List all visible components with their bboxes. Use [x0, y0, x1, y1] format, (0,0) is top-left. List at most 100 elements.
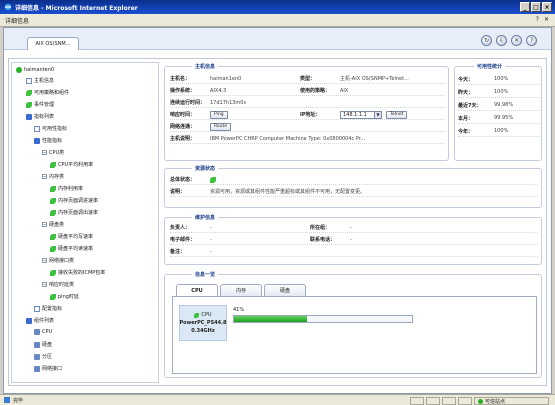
tree-item-label: 分区 — [42, 354, 53, 360]
close-tab-icon[interactable]: ✕ — [544, 16, 549, 23]
tree-item[interactable]: 性能指标 — [34, 137, 62, 144]
availability-value: 100% — [494, 76, 509, 82]
tree-item-label: 接收失败的ICMP包率 — [58, 270, 106, 276]
tree-item[interactable]: − 网络接口类 — [42, 257, 74, 264]
window-title: 详细信息 - Microsoft Internet Explorer — [15, 4, 138, 12]
tab-cpu[interactable]: CPU — [176, 284, 218, 296]
host-info-title: 主机信息 — [192, 63, 219, 70]
tree-item-label: 性能指标 — [42, 138, 63, 144]
note-label: 备注： — [170, 249, 186, 255]
tree-item-label: 主机信息 — [34, 78, 55, 84]
pc-icon — [34, 365, 40, 372]
resource-status-title: 资源状态 — [192, 165, 219, 172]
overview-tab-body: CPU PowerPC_PS44.8 0.34GHz 41% — [172, 296, 537, 374]
status-zone-label: 可信站点 — [485, 398, 506, 405]
tree-item[interactable]: 硬盘平均写速率 — [50, 233, 93, 240]
availability-label: 最近7天： — [458, 102, 482, 109]
route-button[interactable]: Route — [210, 122, 232, 131]
tree-item-label: 硬盘平均读速率 — [58, 246, 94, 252]
tree-item-label: CPU — [42, 329, 53, 335]
tree-item-label: CPU平均利用率 — [58, 162, 94, 168]
tree-item-label: 事件管理 — [34, 102, 55, 108]
tree-item[interactable]: 硬盘平均读速率 — [50, 245, 93, 252]
tree-item[interactable]: 指标列表 — [26, 113, 54, 120]
tab-memory[interactable]: 内存 — [220, 284, 262, 296]
pc-icon — [34, 329, 40, 335]
tree-item-label: 内存类 — [49, 174, 65, 180]
box-icon — [34, 305, 40, 312]
tree-item[interactable]: CPU平均利用率 — [50, 161, 93, 168]
telnet-button[interactable]: Telnet — [386, 110, 408, 119]
os-value: AIX4.3 — [210, 87, 227, 94]
maximize-button[interactable]: □ — [531, 2, 541, 12]
tree-item[interactable]: 内存页面调进速率 — [50, 197, 98, 204]
tree-item-label: 内存页面调进速率 — [58, 198, 99, 204]
tab-host[interactable]: AIX OS(SNM... — [27, 37, 79, 50]
box-icon — [34, 125, 40, 132]
owner-value: - — [210, 224, 212, 231]
availability-label: 昨天： — [458, 89, 474, 96]
tree-item[interactable]: 可用性指标 — [34, 125, 67, 132]
availability-row: 昨天： 100% — [458, 87, 540, 98]
group-label: 所在组： — [310, 225, 331, 231]
tree-item[interactable]: 组件列表 — [26, 317, 54, 324]
page-content: AIX OS(SNM... ↻ ⇩ ✕ ? haimanten0 主机信息可用策… — [3, 27, 552, 394]
tree-item[interactable]: 内存利用率 — [50, 185, 83, 192]
uptime-value: 17d17h13m0s — [210, 99, 247, 106]
tree-item[interactable]: 主机信息 — [26, 77, 54, 84]
availability-value: 99.98% — [494, 102, 514, 108]
trusted-zone-icon — [478, 398, 483, 404]
tab-disk[interactable]: 硬盘 — [264, 284, 306, 296]
availability-row: 最近7天： 99.98% — [458, 100, 540, 111]
close-button[interactable]: × — [542, 2, 552, 12]
export-icon[interactable]: ⇩ — [496, 35, 507, 46]
refresh-icon[interactable]: ↻ — [481, 35, 492, 46]
availability-label: 今天： — [458, 76, 474, 83]
tree-item-label: 指标列表 — [34, 114, 55, 120]
tree-item[interactable]: CPU — [34, 329, 52, 335]
tree-item[interactable]: − 响应时延类 — [42, 281, 74, 288]
tree-item[interactable]: 可用策略和组件 — [26, 89, 69, 96]
policy-value: AIX — [340, 87, 349, 94]
expander-icon[interactable]: − — [42, 222, 47, 227]
expander-icon[interactable]: − — [42, 258, 47, 263]
tree-item[interactable]: 内存页面调出速率 — [50, 209, 98, 216]
expander-icon[interactable]: − — [42, 282, 47, 287]
minimize-button[interactable]: _ — [520, 2, 530, 12]
leaf-icon — [50, 197, 56, 204]
email-value: - — [210, 236, 212, 243]
tree-item[interactable]: 配置指标 — [34, 305, 62, 312]
tab-disk-label: 硬盘 — [279, 288, 290, 294]
tree-item[interactable]: − 硬盘类 — [42, 221, 64, 228]
close-circle-icon[interactable]: ✕ — [511, 35, 522, 46]
ping-button[interactable]: Ping — [210, 110, 228, 119]
expander-icon[interactable]: − — [42, 174, 47, 179]
tree-item[interactable]: − 内存类 — [42, 173, 64, 180]
cpu-info-card: CPU PowerPC_PS44.8 0.34GHz — [179, 305, 227, 341]
desc-value: IBM PowerPC CHRP Computer Machine Type: … — [210, 135, 366, 142]
tree-item-label: 硬盘 — [42, 342, 53, 348]
type-value: 主机-AIX OS(SNMP+Telnet... — [340, 76, 409, 82]
tree-item[interactable]: − CPU类 — [42, 149, 64, 156]
email-label: 电子邮件： — [170, 237, 196, 243]
cpu-usage-bar — [233, 315, 413, 323]
tree-item[interactable]: ping时延 — [50, 293, 79, 300]
tree-item-label: CPU类 — [49, 150, 65, 156]
route-label: 网络连通： — [170, 124, 196, 130]
tree-item[interactable]: 接收失败的ICMP包率 — [50, 269, 105, 276]
expander-icon[interactable]: − — [42, 150, 47, 155]
tree-item[interactable]: 分区 — [34, 353, 52, 360]
tree-item[interactable]: 网络接口 — [34, 365, 62, 372]
tree-item[interactable]: 硬盘 — [34, 341, 52, 348]
owner-label: 负责人： — [170, 225, 191, 231]
ip-select[interactable]: 148.1.1.1 ▼ — [340, 110, 382, 119]
leaf-icon — [50, 269, 56, 276]
hostname-value: haiman1en0 — [210, 75, 242, 82]
tree-root[interactable]: haimanten0 — [16, 67, 54, 73]
cpu-freq: 0.34GHz — [191, 328, 215, 334]
ip-value: 148.1.1.1 — [343, 111, 367, 118]
help-dropdown-icon[interactable]: ? — [536, 16, 539, 23]
help-icon[interactable]: ? — [526, 35, 537, 46]
tree-item[interactable]: 事件管理 — [26, 101, 54, 108]
cpu-ok-icon — [194, 312, 200, 318]
